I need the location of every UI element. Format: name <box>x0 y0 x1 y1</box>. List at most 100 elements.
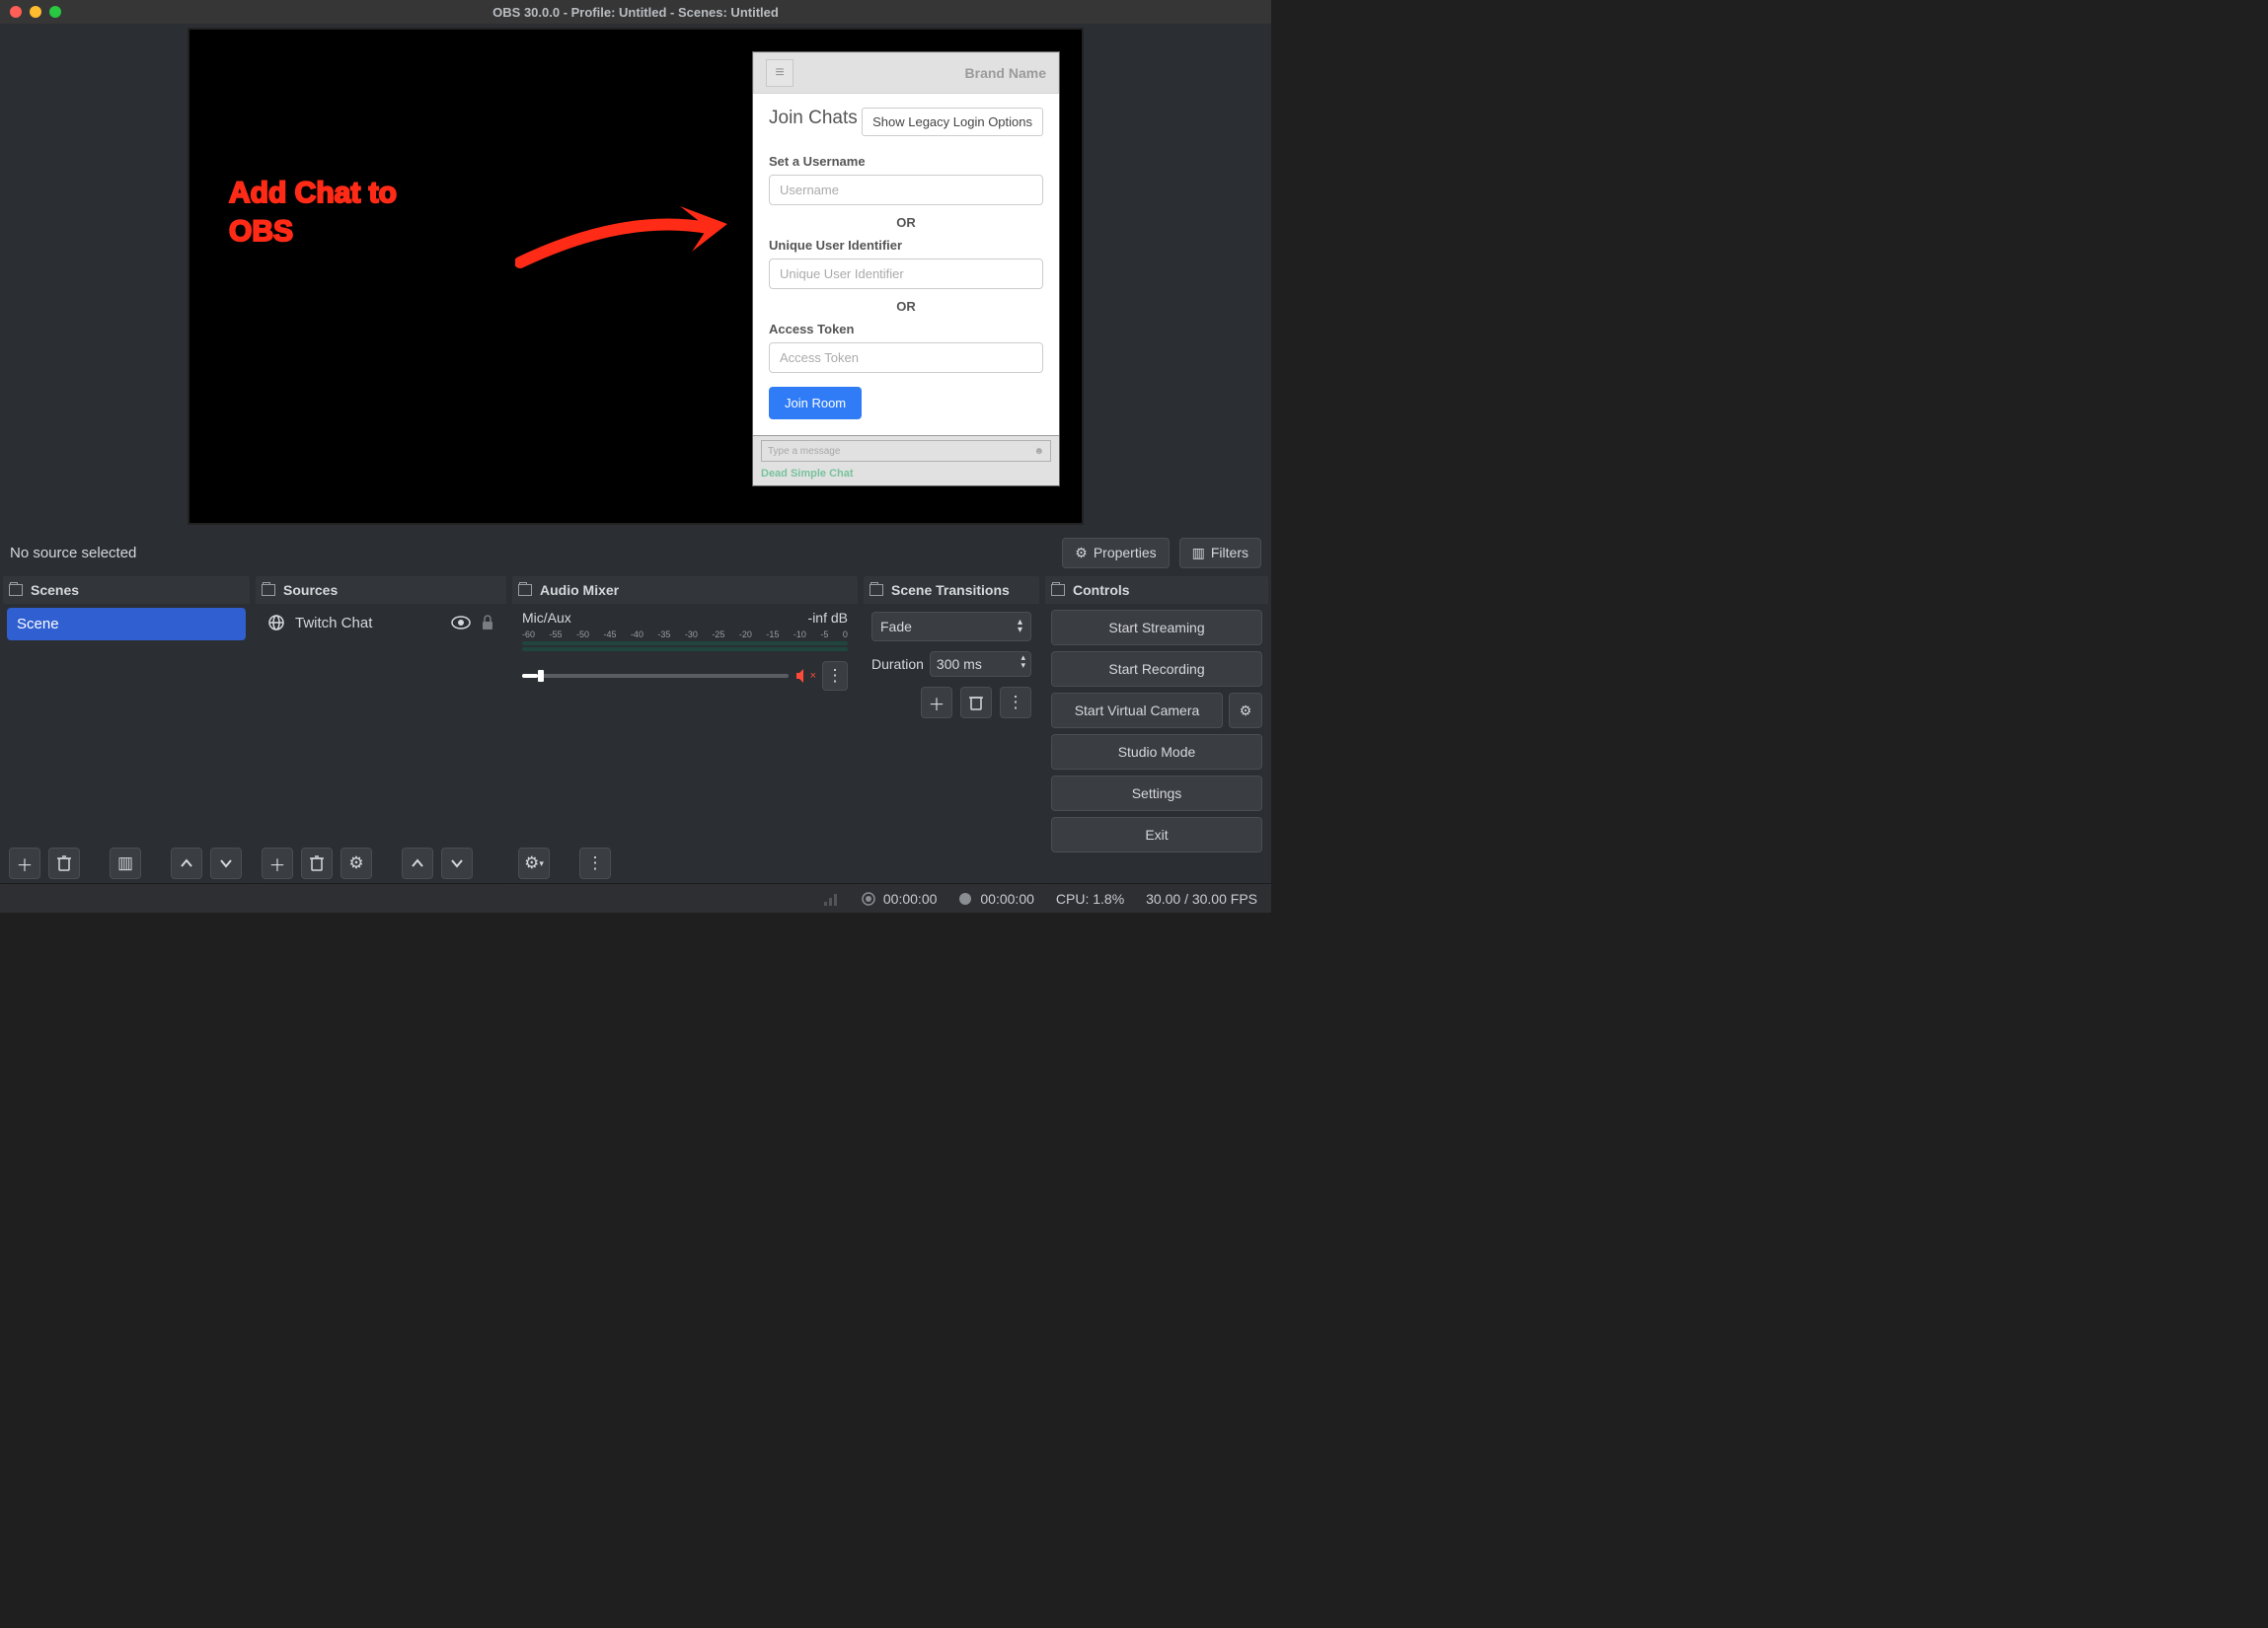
source-up-button[interactable] <box>402 848 433 879</box>
duration-label: Duration <box>871 656 924 672</box>
annotation-text: Add Chat to OBS <box>229 174 397 251</box>
properties-label: Properties <box>1094 545 1157 560</box>
uuid-input[interactable] <box>769 259 1043 289</box>
eye-icon[interactable] <box>451 616 471 629</box>
preview-canvas[interactable]: Add Chat to OBS ≡ Brand Name Join Chats … <box>188 28 1084 525</box>
scenes-list: Scene <box>3 604 250 844</box>
globe-icon <box>267 614 285 631</box>
scenes-title: Scenes <box>31 582 79 598</box>
docks-row: Scenes Scene ＋ ▥ Sources <box>0 576 1271 883</box>
chat-topbar: ≡ Brand Name <box>753 52 1059 94</box>
emoji-icon: ☻ <box>1033 446 1044 457</box>
scene-down-button[interactable] <box>210 848 242 879</box>
dock-icon <box>9 584 23 596</box>
transition-select[interactable]: Fade ▴▾ <box>871 612 1031 641</box>
properties-button[interactable]: ⚙ Properties <box>1062 538 1169 568</box>
scene-filter-button[interactable]: ▥ <box>110 848 141 879</box>
dock-icon <box>869 584 883 596</box>
start-streaming-button[interactable]: Start Streaming <box>1051 610 1262 645</box>
studio-mode-button[interactable]: Studio Mode <box>1051 734 1262 770</box>
hamburger-icon[interactable]: ≡ <box>766 59 794 87</box>
virtual-camera-settings-button[interactable]: ⚙ <box>1229 693 1262 728</box>
transition-menu-button[interactable]: ⋮ <box>1000 687 1031 718</box>
scenes-header: Scenes <box>3 576 250 604</box>
statusbar: 00:00:00 00:00:00 CPU: 1.8% 30.00 / 30.0… <box>0 883 1271 913</box>
lock-icon[interactable] <box>481 615 494 630</box>
legacy-login-button[interactable]: Show Legacy Login Options <box>862 108 1043 136</box>
scene-item[interactable]: Scene <box>7 608 246 640</box>
scenes-dock: Scenes Scene ＋ ▥ <box>3 576 250 883</box>
add-scene-button[interactable]: ＋ <box>9 848 40 879</box>
fps-status: 30.00 / 30.00 FPS <box>1146 891 1257 907</box>
updown-icon: ▴▾ <box>1018 619 1022 634</box>
username-input[interactable] <box>769 175 1043 205</box>
channel-level: -inf dB <box>808 610 848 626</box>
mute-button[interactable]: × <box>794 668 816 684</box>
mixer-menu-button[interactable]: ⋮ <box>579 848 611 879</box>
token-input[interactable] <box>769 342 1043 373</box>
preview-area: Add Chat to OBS ≡ Brand Name Join Chats … <box>0 24 1271 529</box>
add-transition-button[interactable]: ＋ <box>921 687 952 718</box>
transitions-body: Fade ▴▾ Duration ▴▾ ＋ ⋮ <box>864 604 1039 883</box>
window-title: OBS 30.0.0 - Profile: Untitled - Scenes:… <box>0 5 1271 20</box>
meter-scale: -60-55-50-45-40-35-30-25-20-15-10-50 <box>522 629 848 639</box>
delete-transition-button[interactable] <box>960 687 992 718</box>
or-separator: OR <box>769 299 1043 314</box>
controls-dock: Controls Start Streaming Start Recording… <box>1045 576 1268 883</box>
controls-body: Start Streaming Start Recording Start Vi… <box>1045 604 1268 883</box>
annotation-line: Add Chat to <box>229 174 397 212</box>
exit-button[interactable]: Exit <box>1051 817 1262 852</box>
filters-icon: ▥ <box>1192 545 1205 561</box>
scene-up-button[interactable] <box>171 848 202 879</box>
controls-header: Controls <box>1045 576 1268 604</box>
filters-label: Filters <box>1211 545 1248 560</box>
controls-title: Controls <box>1073 582 1130 598</box>
chat-footer-link[interactable]: Dead Simple Chat <box>761 468 854 480</box>
start-recording-button[interactable]: Start Recording <box>1051 651 1262 687</box>
annotation-line: OBS <box>229 212 397 251</box>
transitions-dock: Scene Transitions Fade ▴▾ Duration ▴▾ ＋ <box>864 576 1039 883</box>
volume-slider[interactable] <box>522 674 789 678</box>
transitions-title: Scene Transitions <box>891 582 1010 598</box>
dock-icon <box>1051 584 1065 596</box>
add-source-button[interactable]: ＋ <box>262 848 293 879</box>
source-item[interactable]: Twitch Chat <box>260 608 502 637</box>
updown-icon[interactable]: ▴▾ <box>1021 653 1025 669</box>
chat-brand: Brand Name <box>965 65 1046 81</box>
sources-list: Twitch Chat <box>256 604 506 844</box>
mixer-header: Audio Mixer <box>512 576 858 604</box>
meter-bar <box>522 641 848 645</box>
channel-name: Mic/Aux <box>522 610 571 626</box>
join-room-button[interactable]: Join Room <box>769 387 862 419</box>
source-name: Twitch Chat <box>295 615 372 631</box>
mixer-channel: Mic/Aux -inf dB -60-55-50-45-40-35-30-25… <box>516 608 854 693</box>
username-label: Set a Username <box>769 154 1043 169</box>
rec-time: 00:00:00 <box>980 891 1034 907</box>
source-down-button[interactable] <box>441 848 473 879</box>
audio-mixer-dock: Audio Mixer Mic/Aux -inf dB -60-55-50-45… <box>512 576 858 883</box>
network-icon <box>824 892 840 906</box>
duration-input[interactable] <box>930 651 1031 677</box>
settings-button[interactable]: Settings <box>1051 776 1262 811</box>
channel-menu-button[interactable]: ⋮ <box>822 661 848 691</box>
mixer-settings-button[interactable]: ⚙▾ <box>518 848 550 879</box>
mixer-footer: ⚙▾ ⋮ <box>512 844 858 883</box>
chat-panel: Join Chats Show Legacy Login Options Set… <box>753 94 1059 435</box>
start-virtual-camera-button[interactable]: Start Virtual Camera <box>1051 693 1223 728</box>
gear-icon: ⚙ <box>1075 545 1088 561</box>
message-input-disabled: Type a message ☻ <box>761 440 1051 462</box>
dock-icon <box>262 584 275 596</box>
cpu-status: CPU: 1.8% <box>1056 891 1124 907</box>
live-status: 00:00:00 <box>862 891 938 907</box>
delete-source-button[interactable] <box>301 848 333 879</box>
sources-header: Sources <box>256 576 506 604</box>
token-label: Access Token <box>769 322 1043 336</box>
sources-dock: Sources Twitch Chat ＋ ⚙ <box>256 576 506 883</box>
chat-heading: Join Chats <box>769 108 858 129</box>
delete-scene-button[interactable] <box>48 848 80 879</box>
mixer-title: Audio Mixer <box>540 582 619 598</box>
scenes-footer: ＋ ▥ <box>3 844 250 883</box>
meter-bar <box>522 647 848 651</box>
source-properties-button[interactable]: ⚙ <box>340 848 372 879</box>
filters-button[interactable]: ▥ Filters <box>1179 538 1261 568</box>
